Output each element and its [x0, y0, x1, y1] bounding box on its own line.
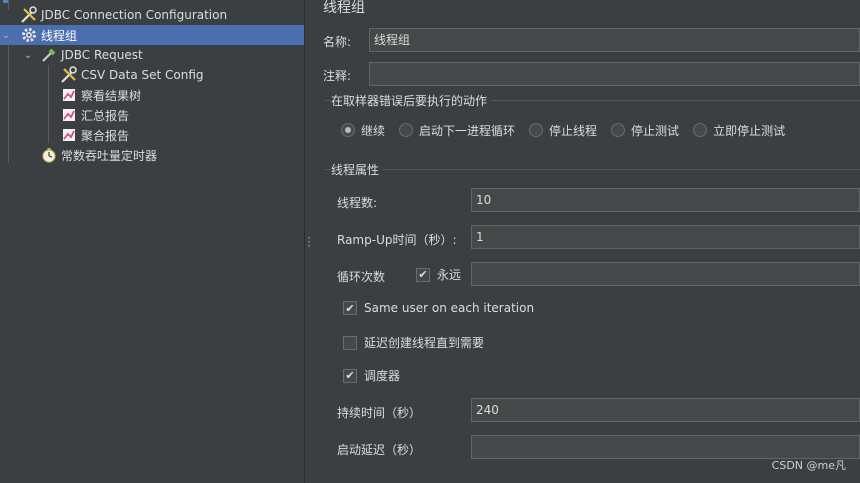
scheduler-label: 调度器: [364, 369, 401, 383]
radio-label: 启动下一进程循环: [419, 123, 516, 138]
tree-item-label: JDBC Connection Configuration: [41, 8, 228, 22]
sampler-pipette-icon: [40, 46, 58, 64]
radio-indicator[interactable]: [693, 123, 708, 137]
test-plan-tree: JDBC Connection Configuration ⌄ 线程组 ⌄ JD…: [0, 0, 305, 483]
listener-graph-icon: [60, 126, 78, 144]
tree-item-jdbc-request[interactable]: ⌄ JDBC Request: [0, 45, 304, 65]
loop-count-field[interactable]: [471, 262, 860, 286]
tree-item-label: 察看结果树: [81, 88, 142, 103]
tree-item-thread-group[interactable]: ⌄ 线程组: [0, 25, 304, 45]
checkbox-indicator[interactable]: ✔: [343, 368, 357, 383]
tree-item-view-results-tree[interactable]: 察看结果树: [0, 85, 304, 105]
tree-item-aggregate-report[interactable]: 聚合报告: [0, 125, 304, 145]
same-user-checkbox[interactable]: ✔ Same user on each iteration: [343, 301, 534, 315]
tree-item-jdbc-connection[interactable]: JDBC Connection Configuration: [0, 5, 304, 25]
rampup-field[interactable]: 1: [471, 225, 860, 249]
wrench-screwdriver-icon: [60, 66, 78, 84]
name-field[interactable]: 线程组: [369, 28, 860, 52]
page-title: 线程组: [323, 0, 365, 16]
listener-graph-icon: [60, 86, 78, 104]
split-pane-divider[interactable]: · · ·: [305, 0, 313, 483]
rampup-label: Ramp-Up时间（秒）:: [337, 233, 457, 247]
chevron-down-icon[interactable]: ⌄: [0, 30, 12, 41]
delay-thread-creation-label: 延迟创建线程直到需要: [364, 336, 485, 350]
thread-properties-title: 线程属性: [331, 161, 384, 178]
radio-indicator[interactable]: [529, 123, 544, 137]
name-label: 名称:: [323, 35, 352, 49]
radio-stop-thread[interactable]: 停止线程: [529, 122, 597, 139]
duration-field[interactable]: 240: [471, 398, 860, 422]
watermark-text: CSDN @me凡: [771, 459, 846, 472]
radio-label: 停止测试: [631, 123, 680, 138]
radio-indicator[interactable]: [611, 123, 626, 137]
checkbox-indicator[interactable]: ✔: [343, 301, 357, 315]
radio-indicator[interactable]: [341, 123, 355, 137]
tree-item-label: 汇总报告: [81, 108, 130, 123]
forever-label: 永远: [437, 268, 462, 282]
tree-item-csv-data-set[interactable]: CSV Data Set Config: [0, 65, 304, 85]
thread-properties-group: [325, 169, 860, 170]
loop-count-label: 循环次数: [337, 270, 386, 284]
radio-continue[interactable]: 继续: [341, 122, 385, 139]
on-error-options: 继续 启动下一进程循环 停止线程 停止测试 立即停止测试: [341, 121, 799, 139]
tree-item-constant-throughput-timer[interactable]: 常数吞吐量定时器: [0, 145, 304, 165]
radio-label: 立即停止测试: [713, 123, 786, 138]
tree-item-label: JDBC Request: [61, 48, 143, 62]
threads-field[interactable]: 10: [471, 188, 860, 212]
radio-start-next-loop[interactable]: 启动下一进程循环: [399, 122, 515, 139]
startup-delay-label: 启动延迟（秒）: [337, 443, 422, 457]
tree-item-summary-report[interactable]: 汇总报告: [0, 105, 304, 125]
tree-item-label: 聚合报告: [81, 128, 130, 143]
startup-delay-field[interactable]: [471, 435, 860, 459]
checkbox-indicator[interactable]: ✔: [416, 267, 430, 282]
radio-indicator[interactable]: [399, 123, 414, 137]
drag-handle-icon[interactable]: · · ·: [307, 232, 311, 252]
scheduler-checkbox[interactable]: ✔ 调度器: [343, 367, 400, 384]
delay-thread-creation-checkbox[interactable]: 延迟创建线程直到需要: [343, 334, 484, 351]
timer-stopwatch-icon: [40, 146, 58, 164]
chevron-down-icon[interactable]: ⌄: [22, 50, 34, 61]
checkbox-indicator[interactable]: [343, 335, 357, 350]
gear-icon: [20, 26, 38, 44]
threads-label: 线程数:: [337, 196, 378, 210]
duration-label: 持续时间（秒）: [337, 406, 422, 420]
on-error-title: 在取样器错误后要执行的动作: [331, 92, 492, 109]
thread-group-panel: 线程组 名称: 线程组 注释: 在取样器错误后要执行的动作 继续 启动下一进程循…: [313, 0, 860, 483]
radio-stop-test-now[interactable]: 立即停止测试: [693, 122, 785, 139]
radio-label: 停止线程: [549, 123, 598, 138]
radio-stop-test[interactable]: 停止测试: [611, 122, 679, 139]
radio-label: 继续: [361, 123, 386, 138]
forever-checkbox[interactable]: ✔ 永远: [416, 266, 461, 283]
wrench-screwdriver-icon: [20, 6, 38, 24]
tree-item-label: 常数吞吐量定时器: [61, 148, 158, 163]
tree-item-label: 线程组: [41, 28, 78, 43]
comment-label: 注释:: [323, 69, 352, 83]
tree-item-label: CSV Data Set Config: [81, 68, 204, 82]
same-user-label: Same user on each iteration: [364, 301, 535, 315]
comment-field[interactable]: [369, 62, 860, 86]
listener-graph-icon: [60, 106, 78, 124]
